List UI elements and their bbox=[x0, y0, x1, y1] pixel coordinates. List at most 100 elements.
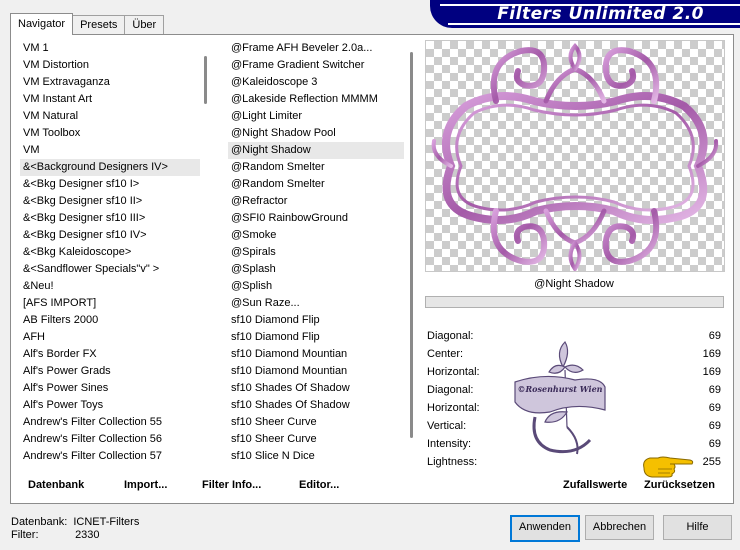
list-item[interactable]: @Frame AFH Beveler 2.0a... bbox=[228, 40, 404, 57]
list-item[interactable]: &<Bkg Designer sf10 IV> bbox=[20, 227, 200, 244]
list-item[interactable]: &<Background Designers IV> bbox=[20, 159, 200, 176]
list-item[interactable]: sf10 Sheer Curve bbox=[228, 431, 404, 448]
parameter-value: 69 bbox=[708, 420, 721, 432]
filter-list[interactable]: @Frame AFH Beveler 2.0a... @Frame Gradien… bbox=[228, 40, 404, 468]
filter-info-button-label: Filter Info... bbox=[202, 479, 262, 491]
filter-info-button[interactable]: Filter Info... bbox=[202, 479, 261, 491]
list-item[interactable]: sf10 Shades Of Shadow bbox=[228, 397, 404, 414]
category-list[interactable]: VM 1 VM Distortion VM Extravaganza VM Insta… bbox=[20, 40, 200, 468]
zuruecksetzen-button-label: Zurücksetzen bbox=[644, 479, 715, 491]
selected-filter-name: @Night Shadow bbox=[534, 278, 614, 290]
list-item[interactable]: AFH bbox=[20, 329, 200, 346]
parameter-label: Horizontal: bbox=[427, 366, 480, 378]
parameter-label: Intensity: bbox=[427, 438, 472, 450]
list-item[interactable]: @Night Shadow Pool bbox=[228, 125, 404, 142]
tab-presets[interactable]: Presets bbox=[72, 15, 126, 35]
list-item[interactable]: @Night Shadow bbox=[228, 142, 404, 159]
list-item[interactable]: @Light Limiter bbox=[228, 108, 404, 125]
list-item[interactable]: @Splish bbox=[228, 278, 404, 295]
hilfe-button[interactable]: Hilfe bbox=[663, 515, 732, 540]
import-button-label: Import... bbox=[124, 479, 168, 491]
list-item[interactable]: @Lakeside Reflection MMMM bbox=[228, 91, 404, 108]
datenbank-button-label: Datenbank bbox=[28, 479, 85, 491]
list-item[interactable]: Andrew's Filter Collection 55 bbox=[20, 414, 200, 431]
parameter-row[interactable]: Intensity: 69 bbox=[425, 435, 723, 453]
list-item[interactable]: &Neu! bbox=[20, 278, 200, 295]
list-item[interactable]: &<Bkg Designer sf10 III> bbox=[20, 210, 200, 227]
status-filter-value: 2330 bbox=[75, 529, 100, 541]
abbrechen-button[interactable]: Abbrechen bbox=[585, 515, 654, 540]
parameter-value: 169 bbox=[702, 366, 721, 378]
list-item[interactable]: @Frame Gradient Switcher bbox=[228, 57, 404, 74]
datenbank-button[interactable]: Datenbank bbox=[28, 479, 84, 491]
list-item[interactable]: &<Bkg Designer sf10 II> bbox=[20, 193, 200, 210]
tab-navigator[interactable]: Navigator bbox=[10, 13, 74, 35]
status-datenbank: Datenbank: ICNET-Filters bbox=[11, 516, 139, 528]
zuruecksetzen-button[interactable]: Zurücksetzen bbox=[644, 479, 715, 491]
list-item[interactable]: sf10 Sheer Curve bbox=[228, 414, 404, 431]
list-item[interactable]: Alf's Power Grads bbox=[20, 363, 200, 380]
list-item[interactable]: AB Filters 2000 bbox=[20, 312, 200, 329]
list-item[interactable]: Andrew's Filter Collection 56 bbox=[20, 431, 200, 448]
list-item[interactable]: VM 1 bbox=[20, 40, 200, 57]
category-scroll-thumb[interactable] bbox=[204, 56, 207, 104]
list-item[interactable]: sf10 Diamond Flip bbox=[228, 312, 404, 329]
list-item[interactable]: sf10 Slice N Dice bbox=[228, 448, 404, 465]
list-item[interactable]: VM Distortion bbox=[20, 57, 200, 74]
list-item[interactable]: @Splash bbox=[228, 261, 404, 278]
status-datenbank-value: ICNET-Filters bbox=[73, 516, 140, 528]
list-item[interactable]: &<Bkg Designer sf10 I> bbox=[20, 176, 200, 193]
parameter-row[interactable]: Diagonal: 69 bbox=[425, 327, 723, 345]
list-item[interactable]: Alf's Power Sines bbox=[20, 380, 200, 397]
parameter-value: 69 bbox=[708, 384, 721, 396]
list-item[interactable]: sf10 Shades Of Shadow bbox=[228, 380, 404, 397]
import-button[interactable]: Import... bbox=[124, 479, 167, 491]
parameter-row[interactable]: Horizontal: 169 bbox=[425, 363, 723, 381]
list-item[interactable]: @SFI0 RainbowGround bbox=[228, 210, 404, 227]
list-item[interactable]: @Spirals bbox=[228, 244, 404, 261]
list-item[interactable]: &<Sandflower Specials"v" > bbox=[20, 261, 200, 278]
status-filter-label: Filter: bbox=[11, 529, 39, 541]
list-item[interactable]: @Random Smelter bbox=[228, 159, 404, 176]
tab-bar: Navigator Presets Über bbox=[10, 13, 165, 35]
parameter-row[interactable]: Horizontal: 69 bbox=[425, 399, 723, 417]
anwenden-button[interactable]: Anwenden bbox=[510, 515, 580, 542]
filter-scrollbar[interactable] bbox=[408, 40, 416, 468]
list-item[interactable]: Andrew's Filter Collection 57 bbox=[20, 448, 200, 465]
filter-scroll-thumb[interactable] bbox=[410, 52, 413, 438]
list-item[interactable]: [AFS IMPORT] bbox=[20, 295, 200, 312]
parameter-row[interactable]: Center: 169 bbox=[425, 345, 723, 363]
zufallswerte-button[interactable]: Zufallswerte bbox=[563, 479, 627, 491]
frame-preview-image bbox=[431, 43, 719, 271]
zufallswerte-button-label: Zufallswerte bbox=[563, 479, 628, 491]
status-datenbank-label: Datenbank: bbox=[11, 516, 68, 528]
list-item[interactable]: VM Extravaganza bbox=[20, 74, 200, 91]
tab-ueber[interactable]: Über bbox=[124, 15, 165, 35]
list-item[interactable]: sf10 Diamond Mountian bbox=[228, 363, 404, 380]
parameter-label: Horizontal: bbox=[427, 402, 480, 414]
category-scrollbar[interactable] bbox=[202, 40, 210, 468]
list-item[interactable]: sf10 Diamond Flip bbox=[228, 329, 404, 346]
parameter-list: Diagonal: 69 Center: 169 Horizontal: 169 Diago… bbox=[425, 327, 723, 471]
list-item[interactable]: &<Bkg Kaleidoscope> bbox=[20, 244, 200, 261]
parameter-label: Lightness: bbox=[427, 456, 478, 468]
list-item[interactable]: Alf's Power Toys bbox=[20, 397, 200, 414]
list-item[interactable]: Alf's Border FX bbox=[20, 346, 200, 363]
list-item[interactable]: @Random Smelter bbox=[228, 176, 404, 193]
parameter-row[interactable]: Diagonal: 69 bbox=[425, 381, 723, 399]
progress-bar bbox=[425, 296, 724, 308]
parameter-row[interactable]: Vertical: 69 bbox=[425, 417, 723, 435]
list-item[interactable]: @Sun Raze... bbox=[228, 295, 404, 312]
app-title: Filters Unlimited 2.0 bbox=[497, 4, 704, 24]
preview-area bbox=[425, 40, 725, 272]
list-item[interactable]: sf10 Diamond Mountian bbox=[228, 346, 404, 363]
list-item[interactable]: VM bbox=[20, 142, 200, 159]
list-item[interactable]: @Kaleidoscope 3 bbox=[228, 74, 404, 91]
list-item[interactable]: @Refractor bbox=[228, 193, 404, 210]
list-item[interactable]: VM Natural bbox=[20, 108, 200, 125]
list-item[interactable]: VM Toolbox bbox=[20, 125, 200, 142]
list-item[interactable]: @Smoke bbox=[228, 227, 404, 244]
editor-button[interactable]: Editor... bbox=[299, 479, 339, 491]
list-item[interactable]: VM Instant Art bbox=[20, 91, 200, 108]
parameter-value: 255 bbox=[702, 456, 721, 468]
